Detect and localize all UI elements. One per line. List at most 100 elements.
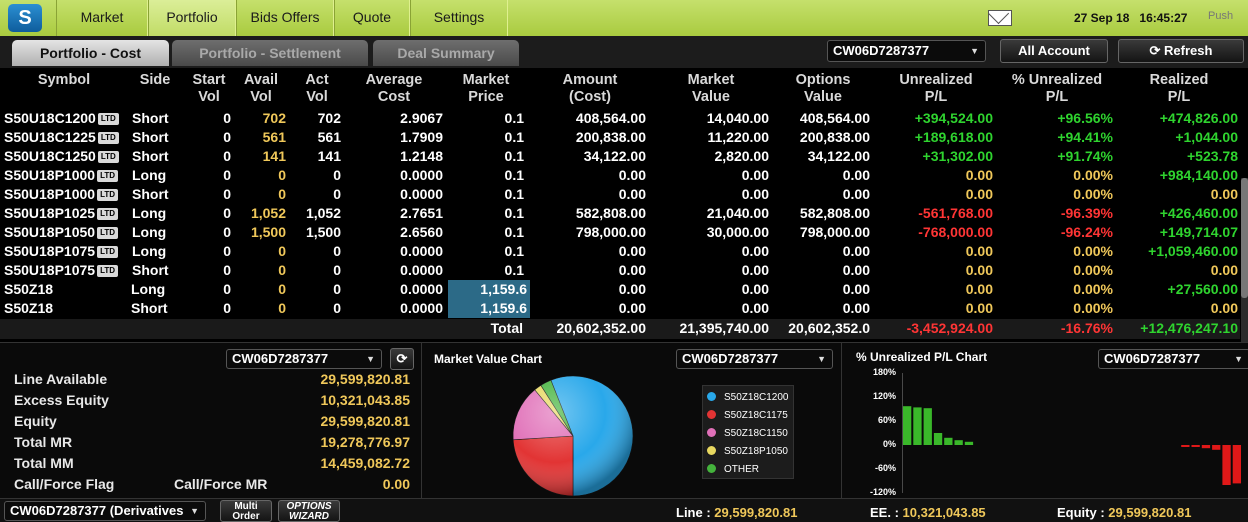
pl-bar[interactable] bbox=[903, 406, 912, 445]
legend-label: S50Z18C1150 bbox=[724, 428, 788, 439]
column-header[interactable]: Realized P/L bbox=[1119, 72, 1239, 106]
symbol-text: S50U18P1075 bbox=[4, 243, 96, 259]
amount-cell: 408,564.00 bbox=[575, 110, 646, 126]
multi-order-button[interactable]: Multi Order bbox=[220, 500, 272, 522]
real-cell: +523.78 bbox=[1187, 148, 1238, 164]
avg-cell: 0.0000 bbox=[400, 300, 443, 316]
column-header-line1: Unrealized bbox=[899, 72, 973, 88]
equity-status: Equity : 29,599,820.81 bbox=[1057, 505, 1191, 520]
market-price-cell: 0.1 bbox=[504, 110, 524, 126]
scrollbar-thumb[interactable] bbox=[1241, 178, 1248, 298]
column-header[interactable]: Market Price bbox=[426, 72, 546, 106]
refresh-button[interactable]: ⟳ Refresh bbox=[1118, 39, 1244, 63]
legend-item: OTHER bbox=[707, 464, 759, 475]
real-cell: 0.00 bbox=[1210, 186, 1238, 202]
pl-bar[interactable] bbox=[1191, 445, 1200, 447]
market-value-account-select[interactable]: CW06D7287377 ▼ bbox=[676, 349, 833, 369]
call-force-flag-label: Call/Force Flag bbox=[14, 476, 115, 492]
pl-bar[interactable] bbox=[933, 433, 943, 445]
column-header[interactable]: Market Value bbox=[651, 72, 771, 106]
unrealized-account-select[interactable]: CW06D7287377 ▼ bbox=[1098, 349, 1248, 369]
tab-deal-summary[interactable]: Deal Summary bbox=[373, 40, 519, 66]
table-row[interactable]: S50U18P1000 LTD Short 0 0 0 0.0000 0.00 0.00 0.00… bbox=[0, 185, 1240, 204]
chevron-down-icon: ▼ bbox=[366, 354, 375, 364]
table-row[interactable]: S50U18P1000 LTD Long 0 0 0 0.0000 0.00 0.00 0.00 0… bbox=[0, 166, 1240, 185]
y-tick-label: 120% bbox=[872, 391, 896, 401]
symbol-cell: S50Z18 bbox=[4, 299, 53, 318]
table-row[interactable]: S50U18P1075 LTD Long 0 0 0 0.0000 0.00 0.00 0.00 0… bbox=[0, 242, 1240, 261]
avail-cell: 0 bbox=[278, 281, 286, 297]
pl-bar[interactable] bbox=[944, 437, 953, 445]
all-account-button[interactable]: All Account bbox=[1000, 39, 1108, 63]
pl-bar[interactable] bbox=[923, 408, 932, 445]
mval-cell: 21,040.00 bbox=[706, 205, 769, 221]
column-header-line2: Value bbox=[804, 89, 842, 105]
table-row[interactable]: S50U18P1025 LTD Long 0 1,052 1,052 2.7651 582,8… bbox=[0, 204, 1240, 223]
pl-bar[interactable] bbox=[954, 440, 963, 445]
act-cell: 1,052 bbox=[305, 205, 341, 221]
real-cell: +984,140.00 bbox=[1159, 167, 1238, 183]
mval-cell: 11,220.00 bbox=[707, 129, 769, 145]
column-header[interactable]: Amount (Cost) bbox=[530, 72, 650, 106]
push-indicator[interactable]: Push bbox=[1208, 10, 1233, 22]
act-cell: 0 bbox=[333, 167, 341, 183]
market-price-cell: 0.1 bbox=[504, 148, 524, 164]
nav-quote[interactable]: Quote bbox=[334, 0, 410, 36]
pct-cell: 0.00% bbox=[1073, 262, 1113, 278]
table-row[interactable]: S50U18C1225 LTD Short 0 561 561 1.7909 200,838.… bbox=[0, 128, 1240, 147]
account-select[interactable]: CW06D7287377 ▼ bbox=[827, 40, 986, 62]
table-row[interactable]: S50Z18 Long 0 0 0 0.0000 0.00 0.00 0.00 0.00 0.00%… bbox=[0, 280, 1240, 299]
account-refresh-icon[interactable]: ⟳ bbox=[390, 348, 414, 370]
nav-portfolio[interactable]: Portfolio bbox=[148, 0, 236, 36]
tab-portfolio-settlement[interactable]: Portfolio - Settlement bbox=[172, 40, 368, 66]
pl-bar[interactable] bbox=[1201, 445, 1211, 449]
legend-label: OTHER bbox=[724, 464, 759, 475]
chevron-down-icon: ▼ bbox=[1234, 354, 1243, 364]
column-header[interactable]: Options Value bbox=[763, 72, 883, 106]
table-row[interactable]: S50U18C1250 LTD Short 0 141 141 1.2148 34,122.0… bbox=[0, 147, 1240, 166]
column-header[interactable]: Unrealized P/L bbox=[876, 72, 996, 106]
mail-icon[interactable] bbox=[988, 10, 1012, 26]
options-wizard-button[interactable]: OPTIONS WIZARD bbox=[278, 500, 340, 522]
market-price-cell: 1,159.6 bbox=[448, 299, 530, 318]
nav-market[interactable]: Market bbox=[56, 0, 148, 36]
oval-cell: 0.00 bbox=[842, 167, 870, 183]
account-row-value: 19,278,776.97 bbox=[320, 434, 410, 450]
pl-bar[interactable] bbox=[964, 441, 974, 445]
ltd-badge: LTD bbox=[97, 189, 119, 201]
market-value-pie-chart bbox=[512, 375, 634, 497]
table-row[interactable]: S50Z18 Short 0 0 0 0.0000 0.00 0.00 0.00 0.00 0.00… bbox=[0, 299, 1240, 318]
account-summary-select[interactable]: CW06D7287377 ▼ bbox=[226, 349, 382, 369]
pl-bar[interactable] bbox=[1212, 445, 1221, 450]
pl-bar[interactable] bbox=[1181, 445, 1190, 447]
avg-cell: 2.6560 bbox=[400, 224, 443, 240]
nav-bids-offers[interactable]: Bids Offers bbox=[236, 0, 334, 36]
table-row[interactable]: S50U18P1075 LTD Short 0 0 0 0.0000 0.00 0.00 0.00… bbox=[0, 261, 1240, 280]
total-unr: -3,452,924.00 bbox=[906, 320, 993, 336]
pl-bar[interactable] bbox=[913, 407, 922, 445]
market-price-cell: 0.1 bbox=[504, 129, 524, 145]
legend-swatch bbox=[707, 410, 716, 419]
column-header[interactable]: % Unrealized P/L bbox=[997, 72, 1117, 106]
app-window: S Market Portfolio Bids Offers Quote Setting… bbox=[0, 0, 1248, 522]
amount-cell: 798,000.00 bbox=[575, 224, 646, 240]
table-row[interactable]: S50U18P1050 LTD Long 0 1,500 1,500 2.6560 798,0… bbox=[0, 223, 1240, 242]
market-price-cell: 0.1 bbox=[504, 262, 524, 278]
oval-cell: 34,122.00 bbox=[807, 148, 870, 164]
symbol-cell: S50U18P1075 LTD bbox=[4, 242, 119, 261]
symbol-text: S50U18P1000 bbox=[4, 186, 96, 202]
pl-bar[interactable] bbox=[1222, 445, 1231, 485]
unr-cell: 0.00 bbox=[965, 167, 993, 183]
table-row[interactable]: S50U18C1200 LTD Short 0 702 702 2.9067 408,564.… bbox=[0, 109, 1240, 128]
act-cell: 1,500 bbox=[305, 224, 341, 240]
tab-portfolio-cost[interactable]: Portfolio - Cost bbox=[12, 40, 169, 66]
line-status: Line : 29,599,820.81 bbox=[676, 505, 797, 520]
pl-bar[interactable] bbox=[1232, 445, 1241, 484]
start-cell: 0 bbox=[223, 129, 231, 145]
avail-cell: 0 bbox=[278, 262, 286, 278]
total-amount: 20,602,352.00 bbox=[556, 320, 646, 336]
nav-settings[interactable]: Settings bbox=[410, 0, 508, 36]
status-account-select[interactable]: CW06D7287377 (Derivatives ▼ bbox=[4, 501, 206, 521]
oval-cell: 0.00 bbox=[842, 186, 870, 202]
avg-cell: 0.0000 bbox=[400, 243, 443, 259]
